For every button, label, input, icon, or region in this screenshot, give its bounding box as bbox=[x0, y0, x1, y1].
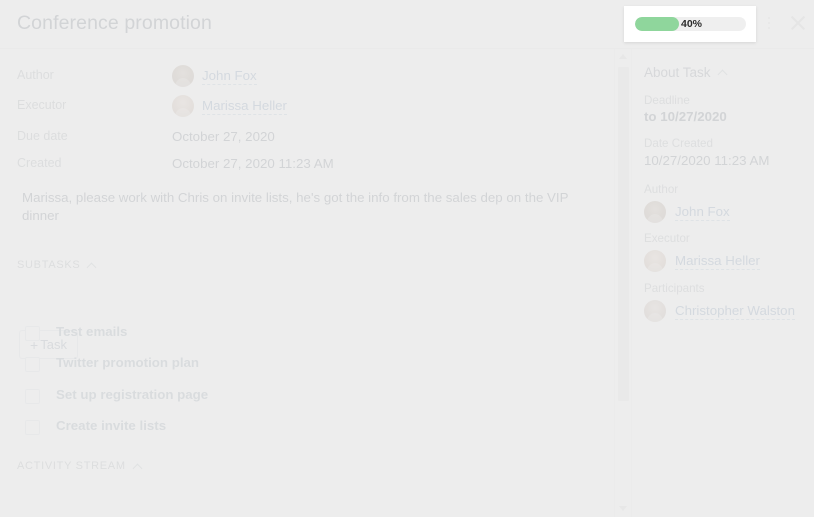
panel-participant-person[interactable]: Christopher Walston bbox=[644, 300, 795, 322]
avatar bbox=[644, 300, 666, 322]
task-detail-modal: Conference promotion Author John Fox Exe… bbox=[0, 0, 814, 517]
subtask-label[interactable]: Test emails bbox=[56, 324, 127, 339]
chevron-up-icon[interactable] bbox=[719, 68, 728, 77]
panel-author-person[interactable]: John Fox bbox=[644, 201, 730, 223]
subtask-label[interactable]: Create invite lists bbox=[56, 418, 166, 433]
scroll-up-arrow-icon[interactable] bbox=[619, 54, 628, 60]
about-task-label: About Task bbox=[644, 65, 711, 80]
subtask-checkbox[interactable] bbox=[25, 326, 40, 341]
task-description[interactable]: Marissa, please work with Chris on invit… bbox=[22, 189, 592, 225]
close-icon[interactable] bbox=[789, 14, 807, 32]
panel-participant-name-link[interactable]: Christopher Walston bbox=[675, 303, 795, 320]
date-created-label: Date Created bbox=[644, 137, 713, 150]
panel-participants-label: Participants bbox=[644, 282, 705, 295]
author-name-link[interactable]: John Fox bbox=[202, 68, 257, 85]
deadline-label: Deadline bbox=[644, 94, 690, 107]
avatar bbox=[172, 95, 194, 117]
meta-label-executor: Executor bbox=[17, 98, 67, 112]
avatar bbox=[644, 201, 666, 223]
panel-author-label: Author bbox=[644, 183, 679, 196]
about-task-panel: About Task Deadline to 10/27/2020 Date C… bbox=[631, 49, 814, 517]
subtask-label[interactable]: Set up registration page bbox=[56, 387, 208, 402]
avatar bbox=[172, 65, 194, 87]
created-value: October 27, 2020 11:23 AM bbox=[172, 156, 334, 171]
subtask-checkbox[interactable] bbox=[25, 357, 40, 372]
activity-stream-heading: ACTIVITY STREAM bbox=[17, 460, 126, 472]
page-title: Conference promotion bbox=[17, 12, 212, 34]
scroll-down-arrow-icon[interactable] bbox=[619, 506, 628, 512]
meta-label-author: Author bbox=[17, 68, 54, 82]
content-scrollbar[interactable] bbox=[614, 49, 631, 517]
chevron-up-icon[interactable] bbox=[134, 462, 143, 471]
panel-author-name-link[interactable]: John Fox bbox=[675, 204, 730, 221]
panel-executor-person[interactable]: Marissa Heller bbox=[644, 250, 760, 272]
add-subtask-label: Task bbox=[40, 337, 67, 352]
subtask-checkbox[interactable] bbox=[25, 420, 40, 435]
subtasks-heading: SUBTASKS bbox=[17, 259, 81, 271]
chevron-up-icon[interactable] bbox=[88, 261, 97, 270]
due-date-value[interactable]: October 27, 2020 bbox=[172, 129, 275, 144]
scrollbar-thumb[interactable] bbox=[618, 67, 629, 401]
modal-content-faded-layer: Conference promotion Author John Fox Exe… bbox=[0, 0, 814, 517]
progress-popup[interactable]: 40% bbox=[624, 6, 756, 42]
about-task-title[interactable]: About Task bbox=[644, 65, 728, 80]
date-created-value: 10/27/2020 11:23 AM bbox=[644, 153, 770, 168]
panel-executor-label: Executor bbox=[644, 232, 690, 245]
kebab-menu-icon[interactable] bbox=[766, 17, 772, 31]
deadline-value: to 10/27/2020 bbox=[644, 109, 727, 124]
activity-stream-section-header[interactable]: ACTIVITY STREAM bbox=[17, 460, 143, 472]
author-person[interactable]: John Fox bbox=[172, 65, 257, 87]
progress-fill bbox=[635, 17, 680, 31]
main-content: Author John Fox Executor Marissa Heller … bbox=[0, 49, 614, 517]
executor-person[interactable]: Marissa Heller bbox=[172, 95, 287, 117]
meta-label-due-date: Due date bbox=[17, 129, 68, 143]
progress-percent-label: 40% bbox=[681, 18, 703, 30]
subtask-checkbox[interactable] bbox=[25, 389, 40, 404]
panel-executor-name-link[interactable]: Marissa Heller bbox=[675, 253, 760, 270]
subtask-label[interactable]: Twitter promotion plan bbox=[56, 355, 199, 370]
meta-label-created: Created bbox=[17, 156, 62, 170]
executor-name-link[interactable]: Marissa Heller bbox=[202, 98, 287, 115]
avatar bbox=[644, 250, 666, 272]
subtasks-section-header[interactable]: SUBTASKS bbox=[17, 259, 97, 271]
